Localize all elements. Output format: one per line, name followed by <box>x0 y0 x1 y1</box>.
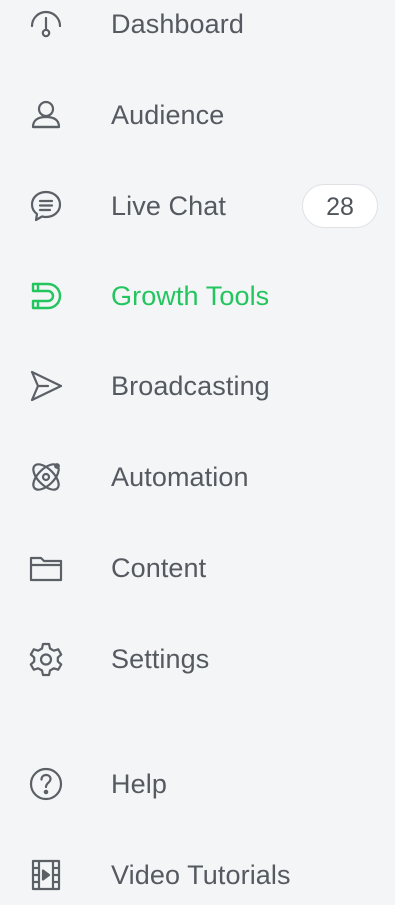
magnet-icon <box>26 276 66 316</box>
send-arrow-icon <box>26 366 66 406</box>
sidebar-item-label: Automation <box>111 462 249 492</box>
atom-icon <box>26 457 66 497</box>
sidebar-item-label: Content <box>111 553 207 583</box>
sidebar-item-content[interactable]: Content <box>0 538 395 598</box>
sidebar-item-help[interactable]: Help <box>0 754 395 814</box>
sidebar-item-settings[interactable]: Settings <box>0 629 395 689</box>
sidebar-item-video-tutorials[interactable]: Video Tutorials <box>0 845 395 905</box>
sidebar-item-growth-tools[interactable]: Growth Tools <box>0 266 395 326</box>
sidebar-item-live-chat[interactable]: Live Chat 28 <box>0 176 395 236</box>
sidebar-item-label: Broadcasting <box>111 371 270 401</box>
question-circle-icon <box>26 764 66 804</box>
sidebar-item-automation[interactable]: Automation <box>0 447 395 507</box>
gear-icon <box>26 639 66 679</box>
sidebar-item-audience[interactable]: Audience <box>0 85 395 145</box>
sidebar-item-broadcasting[interactable]: Broadcasting <box>0 356 395 416</box>
sidebar-item-label: Audience <box>111 100 225 130</box>
sidebar-item-label: Live Chat <box>111 191 226 221</box>
dashboard-gauge-icon <box>26 4 66 44</box>
film-icon <box>26 855 66 895</box>
folder-icon <box>26 548 66 588</box>
sidebar-nav: Dashboard Audience Live Chat 28 Growth T… <box>0 0 395 893</box>
chat-bubble-icon <box>26 186 66 226</box>
sidebar-item-label: Growth Tools <box>111 281 270 311</box>
unread-count-badge: 28 <box>302 184 378 228</box>
sidebar-item-label: Help <box>111 769 167 799</box>
sidebar-item-dashboard[interactable]: Dashboard <box>0 0 395 54</box>
person-icon <box>26 95 66 135</box>
sidebar-item-label: Dashboard <box>111 9 244 39</box>
sidebar-item-label: Settings <box>111 644 210 674</box>
sidebar-item-label: Video Tutorials <box>111 860 291 890</box>
